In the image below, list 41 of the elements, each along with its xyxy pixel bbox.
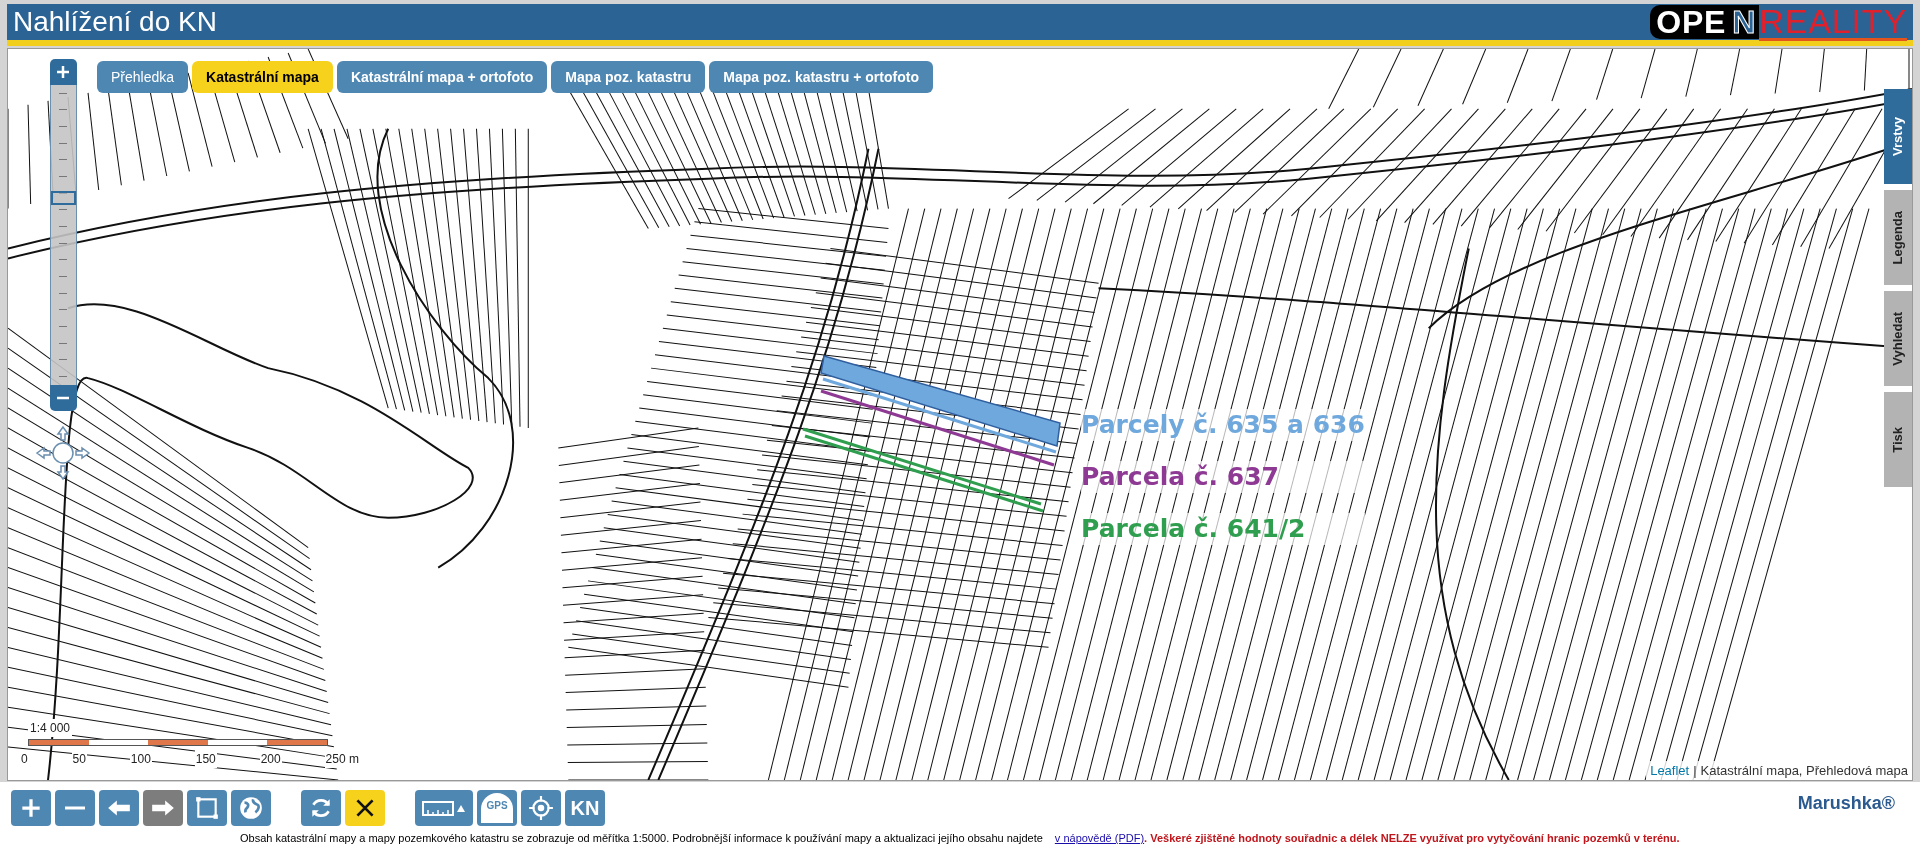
zoom-rectangle-button[interactable] [187,790,227,826]
cadastre-button[interactable]: KN [565,790,605,826]
zoom-out-icon [65,806,85,810]
map-type-tab[interactable]: Katastrální mapa + ortofoto [336,61,548,93]
leaflet-link[interactable]: Leaflet [1650,760,1690,780]
brand-name: Marushka® [1797,792,1895,815]
parcel-label: Parcela č. 637 [1081,461,1365,493]
crosshair-icon [528,795,554,821]
full-extent-button[interactable] [231,790,271,826]
map-type-tab[interactable]: Přehledka [97,61,189,93]
rectangle-select-icon [194,795,220,821]
brand-logo: OPE N REALITY [1650,5,1913,39]
side-panel-tab[interactable]: Vrstvy [1884,89,1912,184]
map-type-tab[interactable]: Katastrální mapa [192,61,333,93]
locate-button[interactable] [521,790,561,826]
back-button[interactable] [99,790,139,826]
side-panel-tab[interactable]: Tisk [1884,392,1912,487]
parcel-label: Parcela č. 641/2 [1081,513,1365,545]
measure-button[interactable] [415,790,473,826]
refresh-button[interactable] [301,790,341,826]
attribution-text: Katastrální mapa, Přehledová mapa [1700,761,1908,780]
scale-tick-label: 150 [194,750,217,768]
plus-icon [56,65,70,79]
page-title: Nahlížení do KN [12,8,217,36]
pan-arrows-icon [35,423,91,483]
zoom-out-button[interactable] [49,385,77,411]
zoom-out-button[interactable] [55,790,95,826]
parcel-label: Parcely č. 635 a 636 [1081,409,1365,441]
scale-ratio: 1:4 000 [28,719,73,737]
side-panel-tab[interactable]: Legenda [1884,190,1912,285]
zoom-slider-thumb[interactable] [50,190,76,205]
zoom-in-button[interactable] [11,790,51,826]
globe-icon [238,795,264,821]
attribution-separator: | [1693,761,1697,780]
close-button[interactable] [345,790,385,826]
footer-warning-text: . Veškeré zjištěné hodnoty souřadnic a délek NELZE využívat pro vytyčování hranic pozemků v terénu. [1144,831,1680,845]
zoom-in-button[interactable] [49,59,77,85]
map-type-tab[interactable]: Mapa poz. katastru + ortofoto [709,61,933,93]
footer-info-text: Obsah katastrální mapy a mapy pozemkového katastru se zobrazuje od měřítka 1:5000. Podrobnější informace k používání mapy a aktualizaci jejího obsahu najdete [240,831,1043,845]
side-panel-tab[interactable]: Vyhledat [1884,291,1912,386]
map-type-tab[interactable]: Mapa poz. katastru [551,61,706,93]
